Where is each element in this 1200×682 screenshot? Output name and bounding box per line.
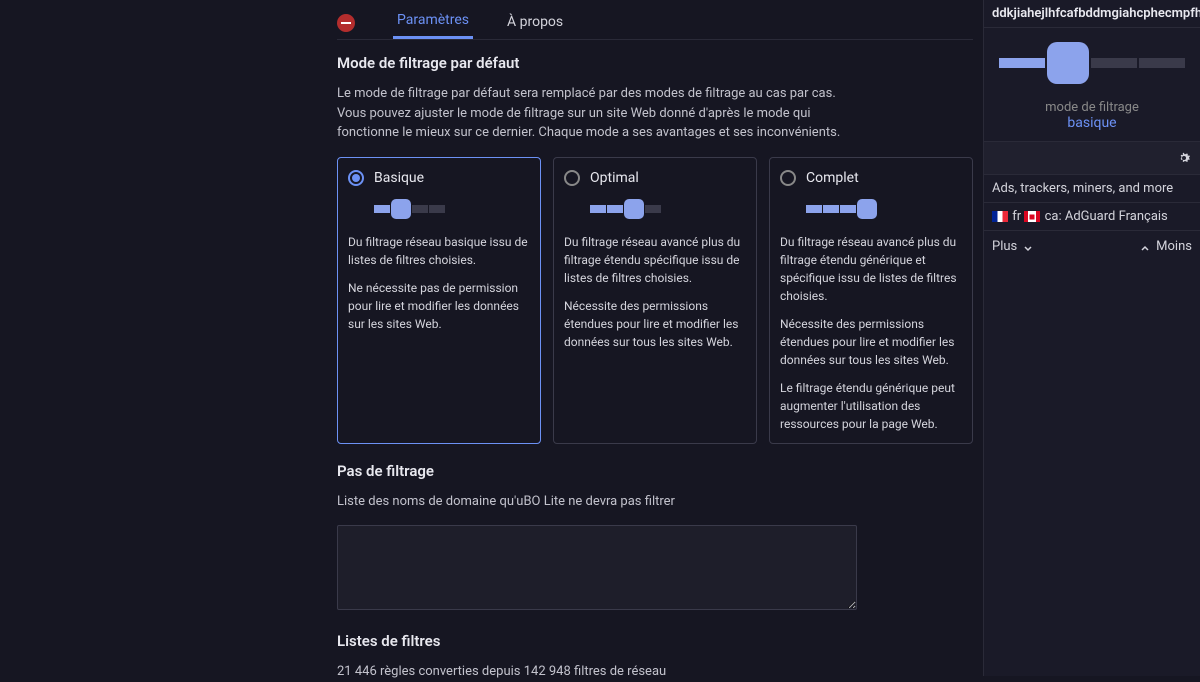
- sidebar-list-1: Ads, trackers, miners, and more: [984, 175, 1200, 203]
- sidebar: ddkjiahejlhfcafbddmgiahcphecmpfh mode de…: [983, 0, 1200, 676]
- sidebar-list-2: fr ca: AdGuard Français: [984, 203, 1200, 231]
- plus-label: Plus: [992, 239, 1017, 254]
- mode-basic-p2: Ne nécessite pas de permission pour lire…: [348, 279, 530, 333]
- flag-fr-icon: [992, 211, 1008, 222]
- mode-cards: Basique Du filtrage réseau basique issu …: [337, 157, 973, 444]
- sidebar-moins-button[interactable]: Moins: [1140, 239, 1192, 254]
- mode-title-basic: Basique: [374, 168, 424, 189]
- mode-optimal-p1: Du filtrage réseau avancé plus du filtra…: [564, 233, 746, 287]
- radio-complete[interactable]: [780, 170, 796, 186]
- mode-complete-p1: Du filtrage réseau avancé plus du filtra…: [780, 233, 962, 305]
- filtering-desc: Le mode de filtrage par défaut sera remp…: [337, 84, 857, 143]
- sidebar-slider[interactable]: [994, 42, 1190, 84]
- lists-stats: 21 446 règles converties depuis 142 948 …: [337, 662, 857, 682]
- chevron-up-icon: [1140, 242, 1150, 252]
- sb-row2-txt2: ca: AdGuard Français: [1041, 209, 1167, 224]
- tab-bar: Paramètres À propos: [337, 0, 973, 40]
- mode-complete-p2: Nécessite des permissions étendues pour …: [780, 315, 962, 369]
- nofilter-textarea[interactable]: [337, 525, 857, 610]
- ublock-logo-icon: [337, 14, 355, 32]
- moins-label: Moins: [1156, 239, 1192, 254]
- sidebar-mode-value: basique: [994, 115, 1190, 131]
- sidebar-mode-label: mode de filtrage: [994, 100, 1190, 115]
- mode-card-complete[interactable]: Complet Du filtrage réseau avancé plus d…: [769, 157, 973, 444]
- mode-card-optimal[interactable]: Optimal Du filtrage réseau avancé plus d…: [553, 157, 757, 444]
- sb-row2-txt1: fr: [1009, 209, 1024, 224]
- mode-optimal-p2: Nécessite des permissions étendues pour …: [564, 297, 746, 351]
- chevron-down-icon: [1023, 242, 1033, 252]
- slider-complete-icon: [806, 199, 962, 219]
- gear-icon[interactable]: [1176, 150, 1192, 166]
- tab-settings[interactable]: Paramètres: [393, 6, 473, 39]
- tab-about[interactable]: À propos: [503, 8, 567, 38]
- filtering-heading: Mode de filtrage par défaut: [337, 54, 973, 72]
- lists-heading: Listes de filtres: [337, 632, 973, 650]
- mode-title-complete: Complet: [806, 168, 859, 189]
- mode-card-basic[interactable]: Basique Du filtrage réseau basique issu …: [337, 157, 541, 444]
- radio-optimal[interactable]: [564, 170, 580, 186]
- mode-complete-p3: Le filtrage étendu générique peut augmen…: [780, 379, 962, 433]
- slider-basic-icon: [374, 199, 530, 219]
- slider-optimal-icon: [590, 199, 746, 219]
- mode-title-optimal: Optimal: [590, 168, 639, 189]
- nofilter-desc: Liste des noms de domaine qu'uBO Lite ne…: [337, 492, 857, 512]
- flag-ca-icon: [1024, 211, 1040, 222]
- sidebar-plus-button[interactable]: Plus: [992, 239, 1033, 254]
- radio-basic[interactable]: [348, 170, 364, 186]
- extension-id: ddkjiahejlhfcafbddmgiahcphecmpfh: [984, 0, 1200, 28]
- nofilter-heading: Pas de filtrage: [337, 462, 973, 480]
- mode-basic-p1: Du filtrage réseau basique issu de liste…: [348, 233, 530, 269]
